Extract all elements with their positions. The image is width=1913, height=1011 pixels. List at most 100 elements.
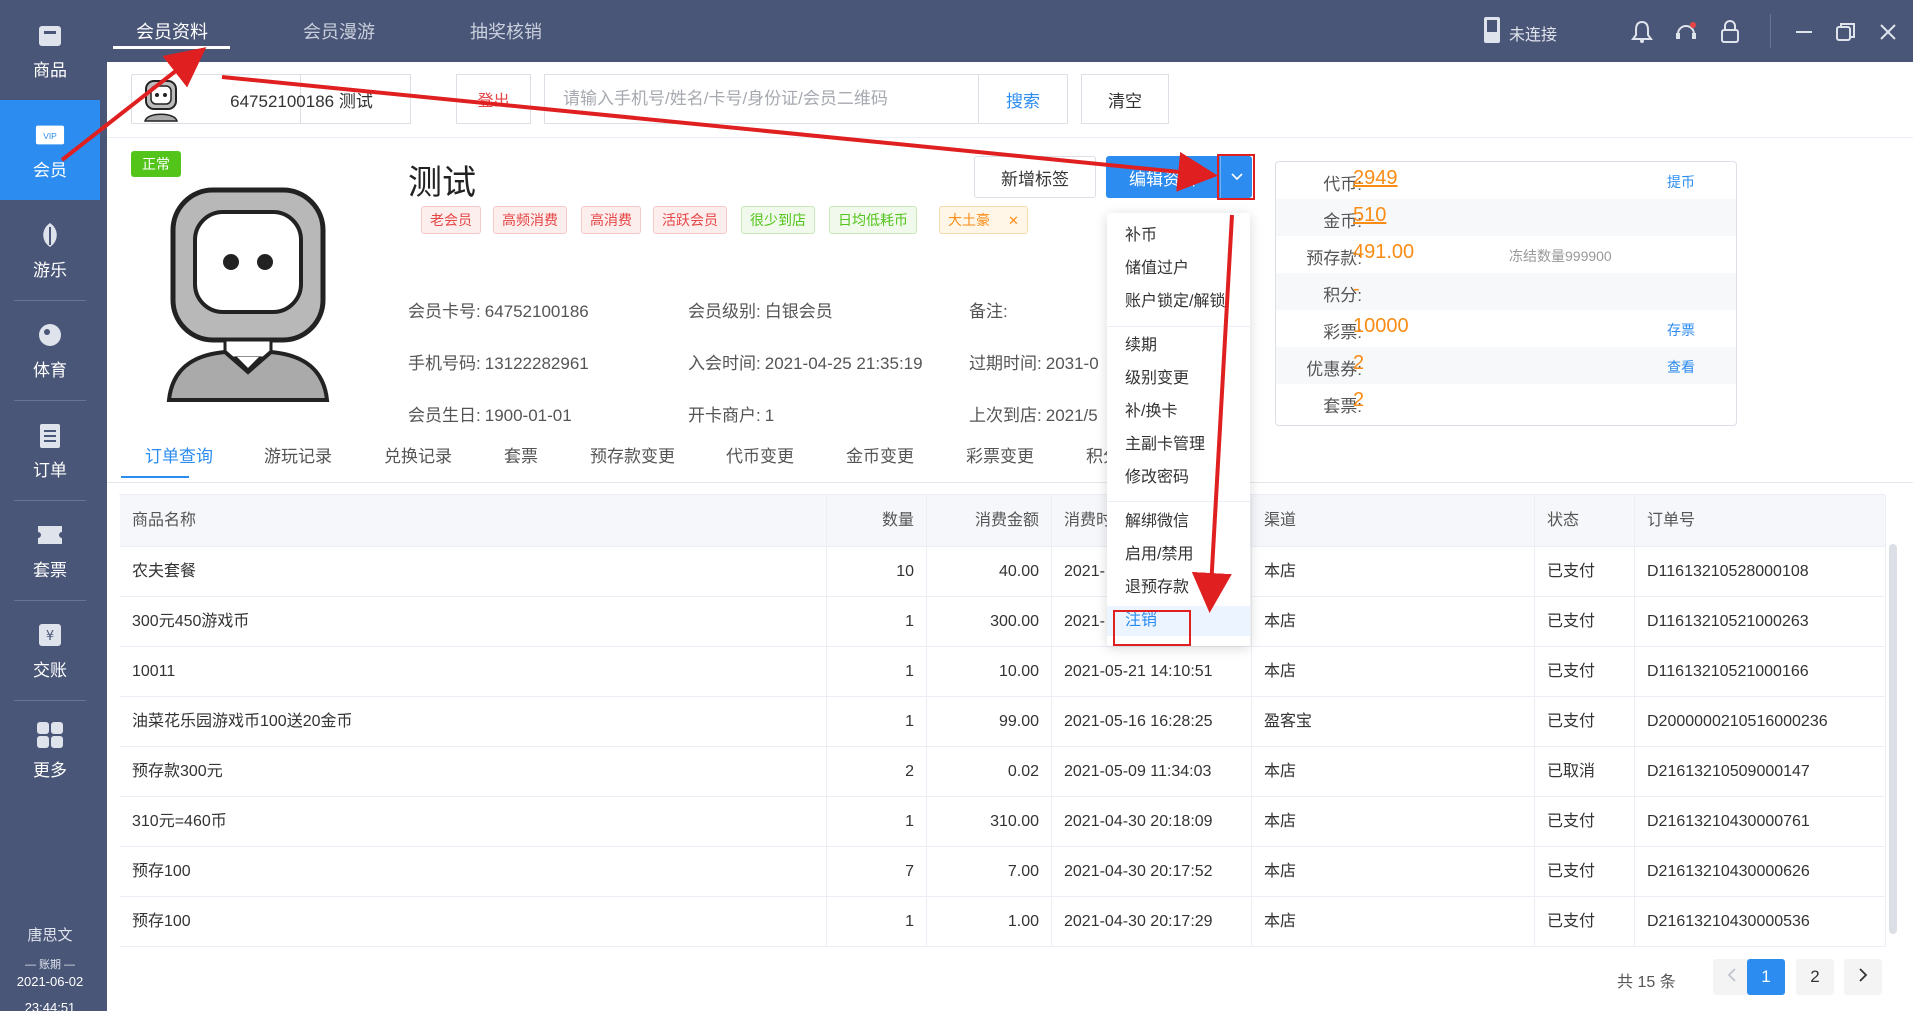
member-tag[interactable]: 日均低耗币 — [829, 206, 917, 234]
logout-button[interactable]: 登出 — [456, 74, 531, 124]
sidebar-label: 更多 — [33, 760, 67, 780]
balance-value: 491.00 — [1353, 241, 1415, 263]
edit-profile-button[interactable]: 编辑资料 — [1106, 156, 1220, 198]
cell-status: 已支付 — [1535, 847, 1635, 897]
lock-icon[interactable] — [1716, 18, 1744, 46]
cell-order-no: D21613210430000536 — [1635, 897, 1886, 947]
active-tab-underline — [121, 476, 189, 478]
page-button[interactable]: 2 — [1796, 959, 1834, 995]
menu-item-top-up[interactable]: 补币 — [1107, 221, 1250, 251]
column-header[interactable]: 状态 — [1535, 495, 1635, 547]
search-button[interactable]: 搜索 — [978, 74, 1068, 124]
menu-item-change-password[interactable]: 修改密码 — [1107, 463, 1250, 493]
balance-value: 2 — [1353, 389, 1365, 411]
column-header[interactable]: 渠道 — [1252, 495, 1535, 547]
withdraw-token-link[interactable]: 提币 — [1667, 172, 1695, 192]
tab-order-query[interactable]: 订单查询 — [145, 442, 213, 467]
period-date: 2021-06-02 — [16, 974, 84, 989]
table-scrollbar[interactable] — [1889, 544, 1897, 934]
tab-lottery-changes[interactable]: 彩票变更 — [966, 442, 1034, 467]
sidebar-item-more[interactable]: 更多 — [0, 700, 100, 800]
member-search-input[interactable] — [544, 74, 979, 124]
add-tag-button[interactable]: 新增标签 — [974, 156, 1096, 198]
balance-row-points: 积分: - — [1276, 273, 1736, 310]
menu-item-level-change[interactable]: 级别变更 — [1107, 364, 1250, 394]
menu-divider — [1107, 326, 1250, 327]
balance-value[interactable]: 2949 — [1353, 167, 1398, 190]
restore-icon[interactable] — [1832, 18, 1860, 46]
status-badge: 正常 — [131, 151, 181, 177]
sidebar-item-amusement[interactable]: 游乐 — [0, 200, 100, 300]
sidebar-item-orders[interactable]: 订单 — [0, 400, 100, 500]
svg-text:¥: ¥ — [46, 629, 54, 644]
cell-product: 农夫套餐 — [120, 547, 827, 597]
member-tag-removable[interactable]: 大土豪 ✕ — [939, 206, 1028, 234]
table-row[interactable]: 300元450游戏币 1 300.00 2021- 本店 已支付 D116132105210… — [120, 597, 1886, 647]
column-header[interactable]: 商品名称 — [120, 495, 827, 547]
tab-deposit-changes[interactable]: 预存款变更 — [590, 442, 675, 467]
menu-item-lock-account[interactable]: 账户锁定/解锁 — [1107, 287, 1250, 317]
sidebar-item-package[interactable]: 套票 — [0, 500, 100, 600]
prev-page-button[interactable] — [1713, 959, 1751, 995]
sidebar-item-goods[interactable]: 商品 — [0, 0, 100, 100]
table-row[interactable]: 10011 1 10.00 2021-05-21 14:10:51 本店 已支付 D1161… — [120, 647, 1886, 697]
tab-token-changes[interactable]: 代币变更 — [726, 442, 794, 467]
column-header[interactable]: 订单号 — [1635, 495, 1886, 547]
tab-package[interactable]: 套票 — [504, 442, 538, 467]
record-tabs: 订单查询 游玩记录 兑换记录 套票 预存款变更 代币变更 金币变更 彩票变更 积… — [107, 442, 1913, 482]
next-page-button[interactable] — [1844, 959, 1882, 995]
sidebar-item-settle[interactable]: ¥ 交账 — [0, 600, 100, 700]
table-row[interactable]: 预存款300元 2 0.02 2021-05-09 11:34:03 本店 已取消 D216… — [120, 747, 1886, 797]
cell-product: 预存100 — [120, 847, 827, 897]
table-row[interactable]: 油菜花乐园游戏币100送20金币 1 99.00 2021-05-16 16:28:2… — [120, 697, 1886, 747]
member-tag[interactable]: 高消费 — [581, 206, 641, 234]
table-row[interactable]: 预存100 7 7.00 2021-04-30 20:17:52 本店 已支付 D21613… — [120, 847, 1886, 897]
column-header[interactable]: 数量 — [827, 495, 927, 547]
phone-number: 手机号码: 13122282961 — [408, 354, 589, 373]
cell-order-no: D21613210430000626 — [1635, 847, 1886, 897]
tab-exchange-records[interactable]: 兑换记录 — [384, 442, 452, 467]
tab-member-roaming[interactable]: 会员漫游 — [303, 18, 375, 44]
device-status[interactable]: 未连接 — [1483, 16, 1557, 49]
edit-dropdown-toggle[interactable] — [1220, 156, 1252, 198]
sidebar: 商品 VIP 会员 游乐 体育 订单 套票 ¥ 交账 更多 唐思文 — 账期 —… — [0, 0, 100, 1011]
support-icon[interactable] — [1672, 18, 1700, 46]
menu-item-transfer[interactable]: 储值过户 — [1107, 254, 1250, 284]
menu-item-replace-card[interactable]: 补/换卡 — [1107, 397, 1250, 427]
sidebar-item-member[interactable]: VIP 会员 — [0, 100, 100, 200]
table-row[interactable]: 310元=460币 1 310.00 2021-04-30 20:18:09 本店 已支付… — [120, 797, 1886, 847]
bell-icon[interactable] — [1628, 18, 1656, 46]
cell-amount: 10.00 — [927, 647, 1052, 697]
tab-gold-changes[interactable]: 金币变更 — [846, 442, 914, 467]
menu-item-card-management[interactable]: 主副卡管理 — [1107, 430, 1250, 460]
balance-value[interactable]: 510 — [1353, 204, 1386, 227]
tab-play-records[interactable]: 游玩记录 — [264, 442, 332, 467]
member-tag[interactable]: 很少到店 — [741, 206, 815, 234]
page-button[interactable]: 1 — [1747, 959, 1785, 995]
cell-order-no: D2000000210516000236 — [1635, 697, 1886, 747]
clear-button[interactable]: 清空 — [1081, 74, 1169, 124]
tab-member-info[interactable]: 会员资料 — [136, 18, 208, 44]
leaf-icon — [35, 220, 65, 250]
column-header[interactable]: 消费金额 — [927, 495, 1052, 547]
table-row[interactable]: 预存100 1 1.00 2021-04-30 20:17:29 本店 已支付 D21613… — [120, 897, 1886, 947]
menu-item-renew[interactable]: 续期 — [1107, 331, 1250, 361]
close-icon[interactable]: ✕ — [1008, 213, 1019, 228]
store-ticket-link[interactable]: 存票 — [1667, 320, 1695, 340]
minimize-icon[interactable] — [1790, 18, 1818, 46]
member-tag[interactable]: 高频消费 — [493, 206, 567, 234]
menu-item-unbind-wechat[interactable]: 解绑微信 — [1107, 507, 1250, 537]
menu-item-enable-disable[interactable]: 启用/禁用 — [1107, 540, 1250, 570]
yen-icon: ¥ — [35, 620, 65, 650]
close-icon[interactable] — [1874, 18, 1902, 46]
cell-product: 油菜花乐园游戏币100送20金币 — [120, 697, 827, 747]
view-coupon-link[interactable]: 查看 — [1667, 357, 1695, 377]
cell-channel: 盈客宝 — [1252, 697, 1535, 747]
member-tag[interactable]: 活跃会员 — [653, 206, 727, 234]
sidebar-item-sports[interactable]: 体育 — [0, 300, 100, 400]
menu-item-cancel-account[interactable]: 注销 — [1107, 606, 1250, 636]
table-row[interactable]: 农夫套餐 10 40.00 2021- 本店 已支付 D11613210528000108 — [120, 547, 1886, 597]
member-tag[interactable]: 老会员 — [421, 206, 481, 234]
tab-lottery-verify[interactable]: 抽奖核销 — [470, 18, 542, 44]
menu-item-refund-deposit[interactable]: 退预存款 — [1107, 573, 1250, 603]
